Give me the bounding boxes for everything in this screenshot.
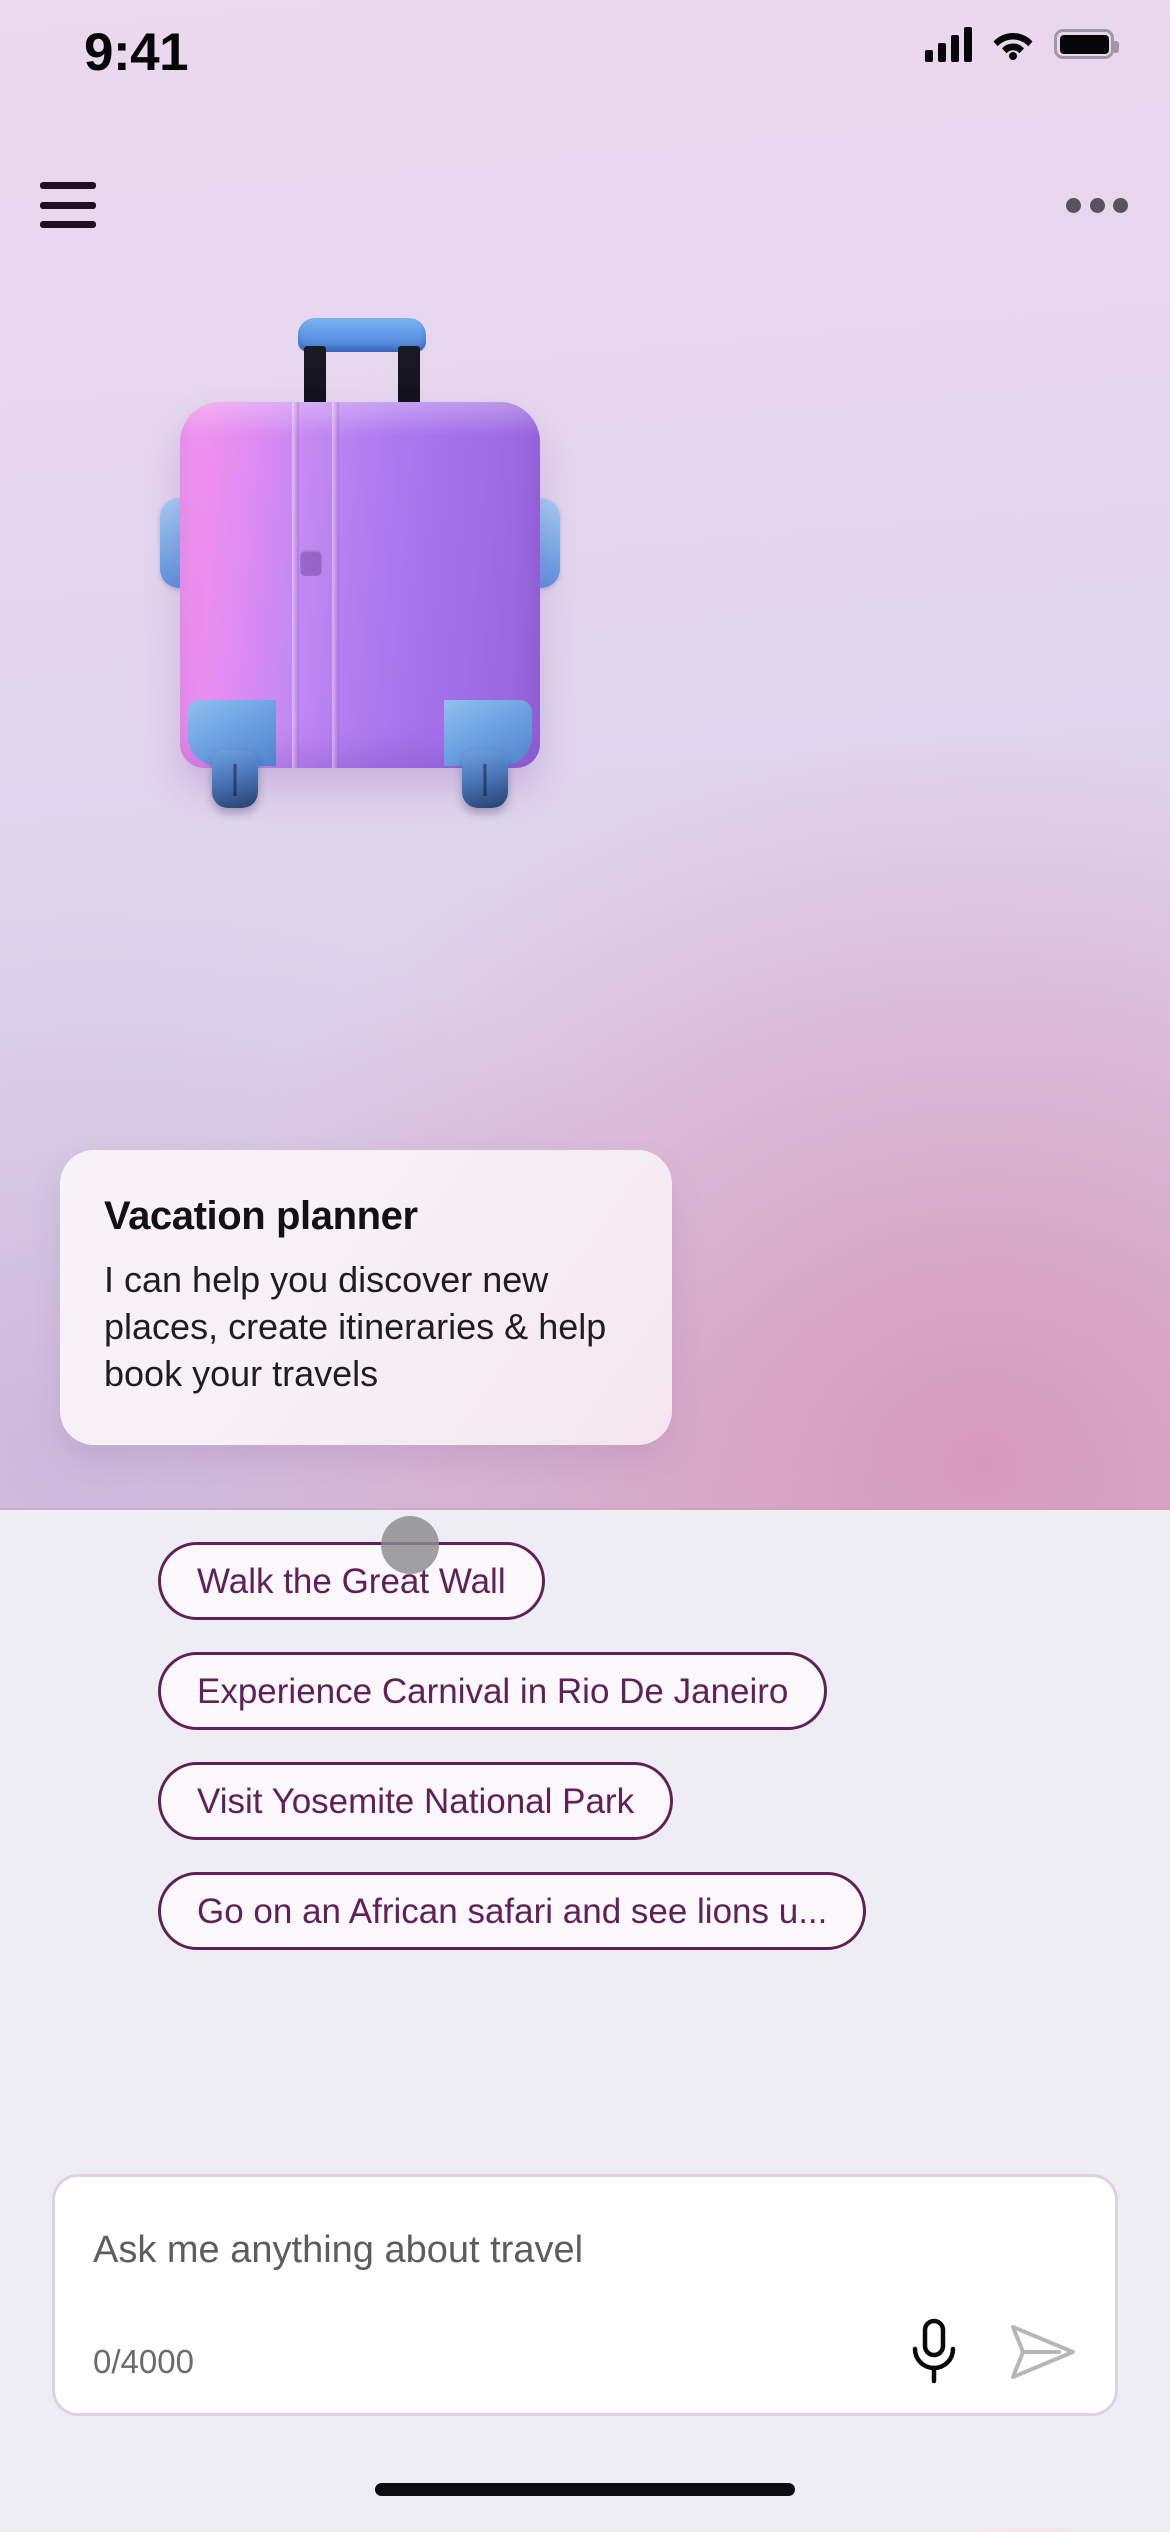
search-input[interactable]: Ask me anything about travel bbox=[93, 2229, 583, 2272]
suitcase-handle-post-left bbox=[304, 346, 326, 408]
message-composer[interactable]: Ask me anything about travel 0/4000 bbox=[52, 2174, 1118, 2416]
send-arrow-icon[interactable] bbox=[1007, 2321, 1079, 2383]
suggestion-chip-2[interactable]: Visit Yosemite National Park bbox=[158, 1762, 674, 1840]
home-indicator bbox=[375, 2483, 795, 2496]
top-navigation-bar bbox=[0, 160, 1170, 280]
suitcase-wheel-right bbox=[462, 750, 508, 808]
battery-full-icon bbox=[1054, 29, 1119, 59]
microphone-icon[interactable] bbox=[901, 2317, 967, 2389]
chip-row-4: Go on an African safari and see lions u.… bbox=[0, 1872, 1170, 1982]
chip-row-1: Walk the Great Wall bbox=[0, 1542, 1170, 1652]
more-options-icon[interactable] bbox=[1066, 194, 1128, 216]
character-counter: 0/4000 bbox=[93, 2343, 194, 2380]
wifi-icon bbox=[992, 28, 1034, 60]
suggestion-chip-1[interactable]: Experience Carnival in Rio De Janeiro bbox=[158, 1652, 828, 1730]
intro-speech-bubble: Vacation planner I can help you discover… bbox=[60, 1150, 672, 1446]
suitcase-wheel-left bbox=[212, 750, 258, 808]
suitcase-seam-left bbox=[292, 402, 299, 768]
page-title: Vacation planner bbox=[104, 1194, 418, 1238]
cellular-signal-icon bbox=[925, 26, 972, 62]
suggestion-chip-3[interactable]: Go on an African safari and see lions u.… bbox=[158, 1872, 867, 1950]
chip-row-3: Visit Yosemite National Park bbox=[0, 1762, 1170, 1872]
chip-row-2: Experience Carnival in Rio De Janeiro bbox=[0, 1652, 1170, 1762]
suggestion-chip-list: Walk the Great Wall Experience Carnival … bbox=[0, 1542, 1170, 1982]
pointer-cursor bbox=[381, 1516, 439, 1574]
speech-bubble-tail bbox=[978, 2528, 1070, 2532]
status-bar-indicators bbox=[925, 26, 1119, 62]
suitcase-lock-icon bbox=[300, 550, 322, 576]
app-screen: 9:41 Vacation planner I can help you dis… bbox=[0, 0, 1170, 2532]
status-bar: 9:41 bbox=[0, 0, 1170, 130]
intro-description: I can help you discover new places, crea… bbox=[104, 1259, 607, 1394]
suitcase-seam-right bbox=[332, 402, 339, 768]
status-bar-clock: 9:41 bbox=[84, 23, 189, 82]
suitcase-handle-post-right bbox=[398, 346, 420, 408]
suitcase-illustration bbox=[160, 318, 560, 948]
hamburger-menu-icon[interactable] bbox=[40, 182, 96, 228]
suggestion-chip-0[interactable]: Walk the Great Wall bbox=[158, 1542, 545, 1620]
